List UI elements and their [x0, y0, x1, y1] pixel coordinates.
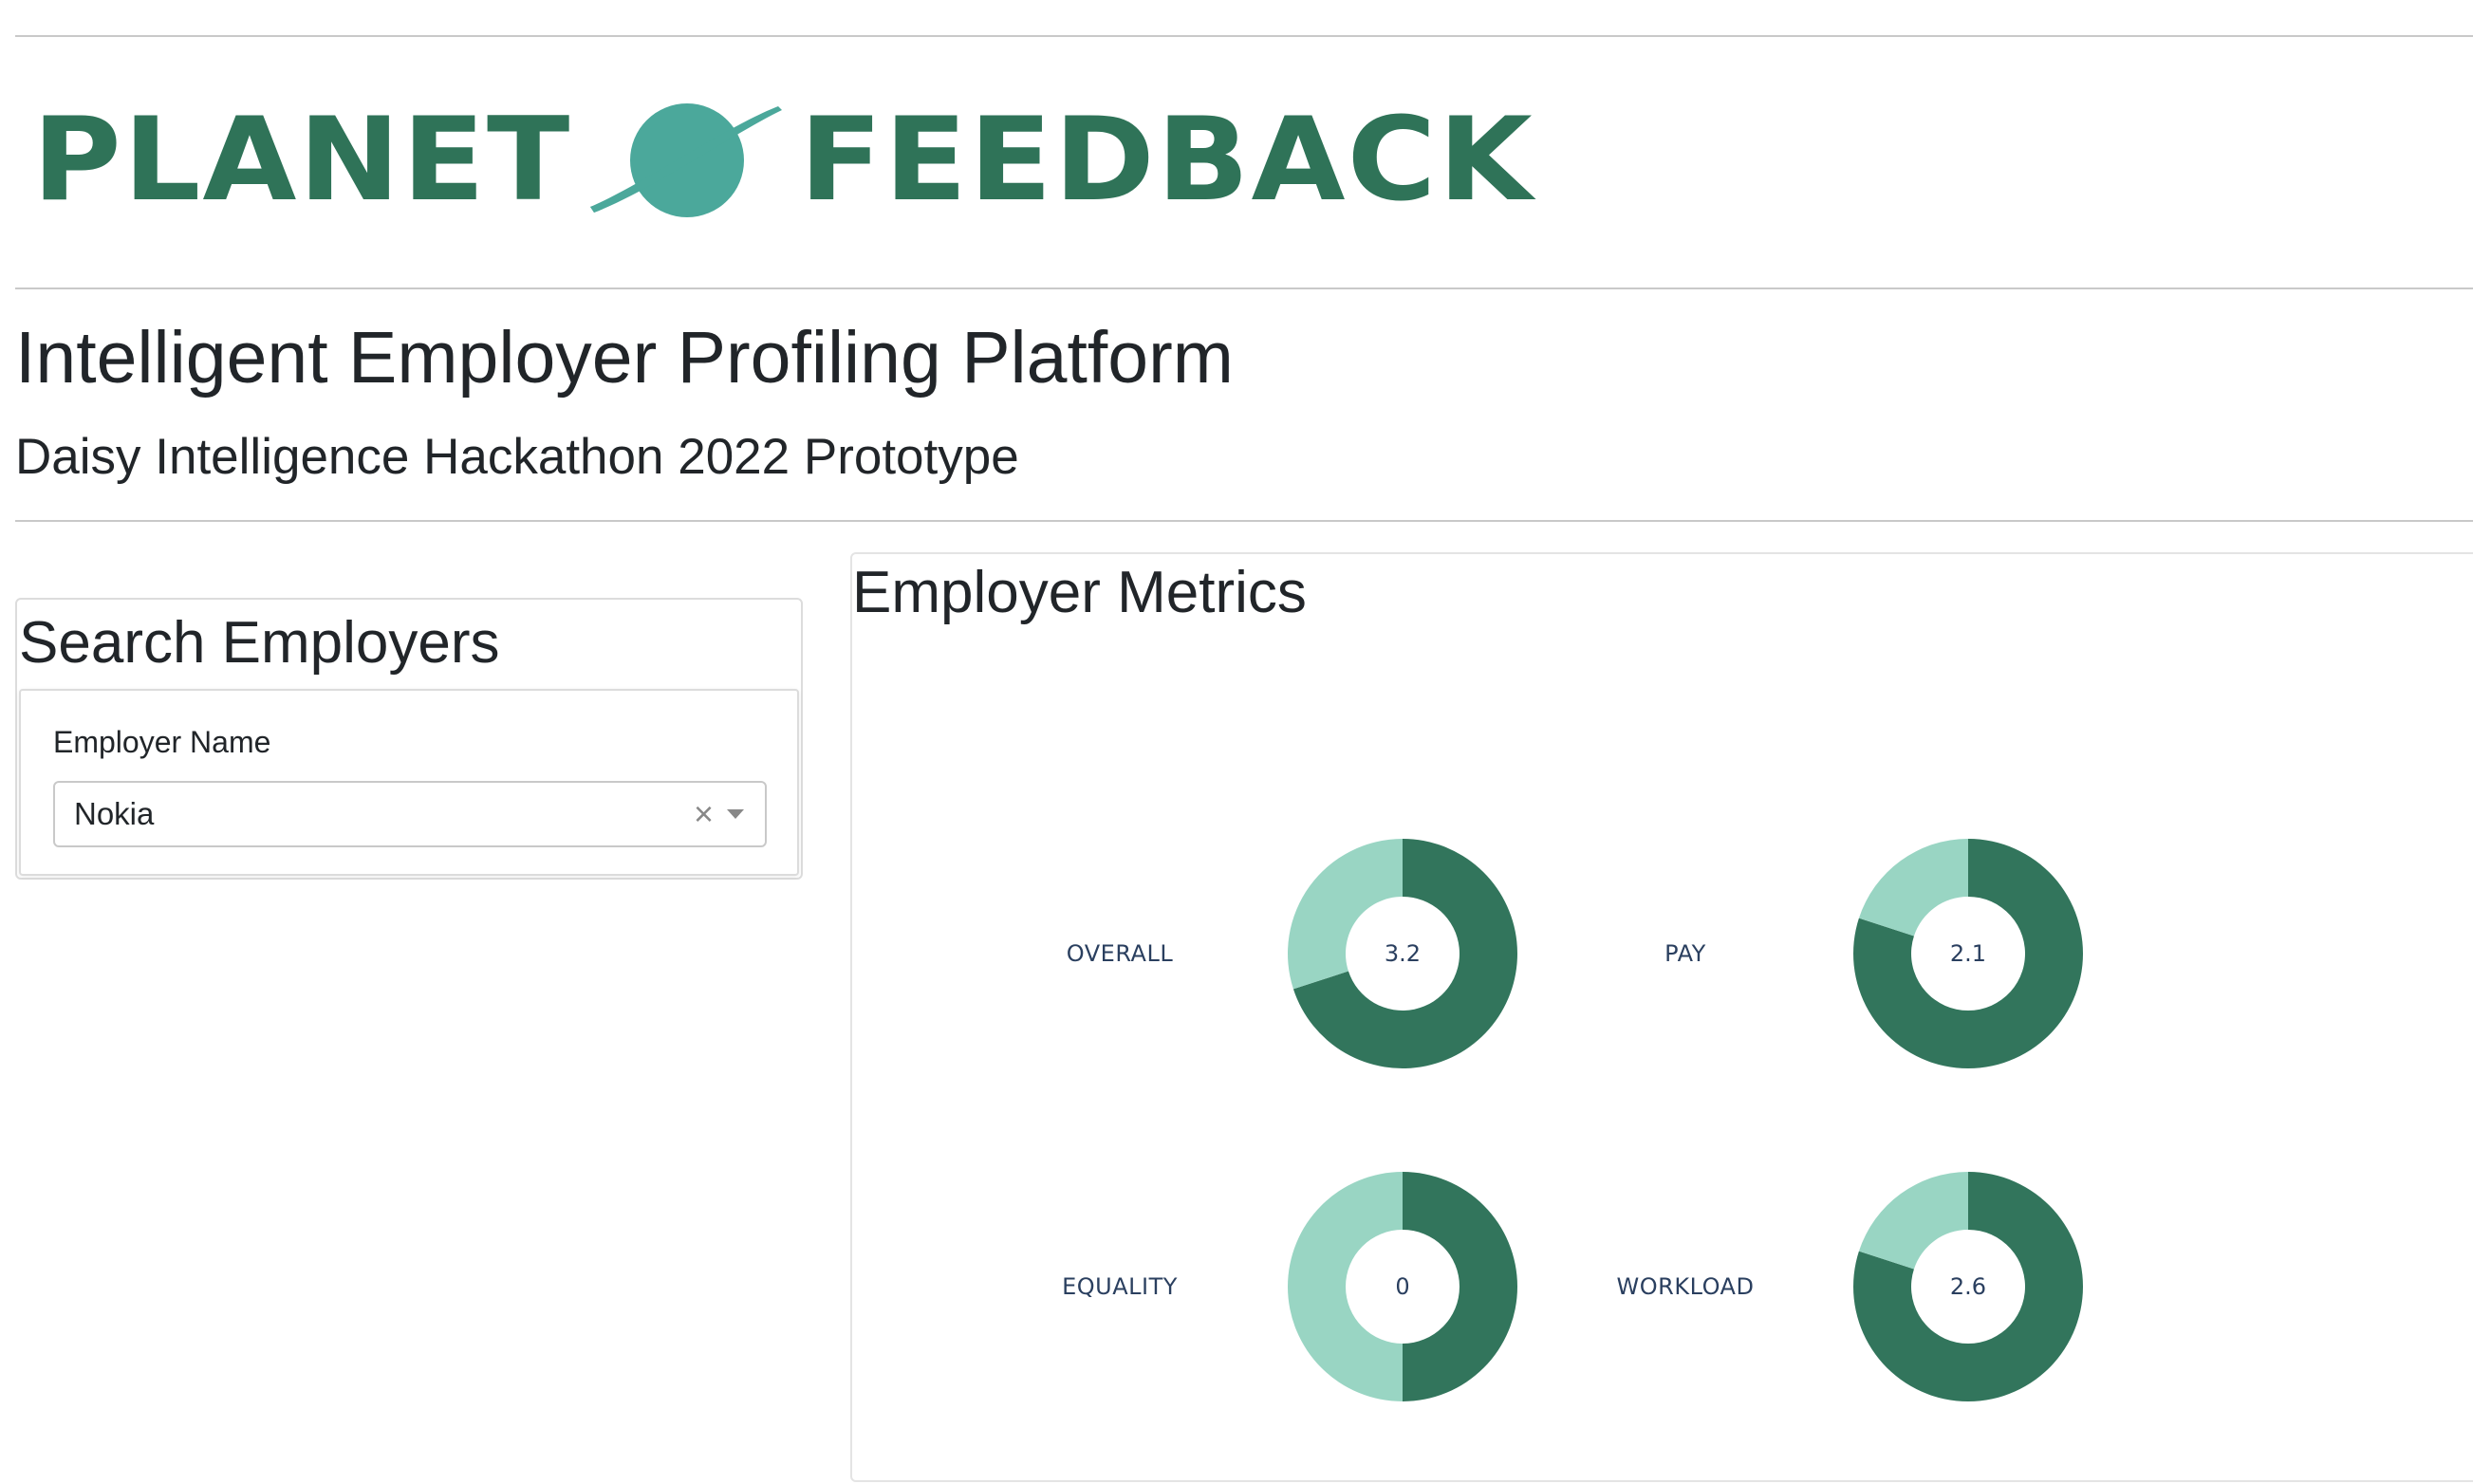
donut-value-overall: 3.2	[1385, 940, 1421, 967]
employer-name-dropdown[interactable]: Nokia ×	[53, 781, 767, 847]
logo-text-feedback: FEEDBACK	[799, 92, 1534, 228]
search-employers-card: Search Employers Employer Name Nokia ×	[15, 598, 803, 880]
donut-value-equality: 0	[1395, 1273, 1409, 1300]
metrics-donut-charts: 3.2 2.1 0 2.6	[1288, 839, 2083, 1401]
employer-selected-value: Nokia	[74, 796, 155, 831]
logo-text-planet: PLANET	[32, 92, 572, 228]
donut-remainder-workload	[1858, 1172, 1968, 1270]
planet-icon	[583, 99, 783, 222]
search-card-body: Employer Name Nokia ×	[19, 689, 799, 876]
search-card-title: Search Employers	[19, 610, 500, 677]
donut-value-workload: 2.6	[1950, 1273, 1986, 1300]
donut-filled-equality	[1403, 1172, 1517, 1401]
planet-feedback-logo: PLANET FEEDBACK	[32, 99, 1534, 222]
header-divider	[15, 288, 2473, 289]
top-divider	[15, 35, 2473, 37]
page-subtitle: Daisy Intelligence Hackathon 2022 Protot…	[15, 429, 1019, 485]
donut-value-pay: 2.1	[1950, 940, 1986, 967]
employer-metrics-card: Employer Metrics OVERALL PAY EQUALITY WO…	[850, 552, 2473, 1482]
chevron-down-icon[interactable]	[727, 809, 744, 819]
close-icon[interactable]: ×	[694, 797, 714, 831]
donut-remainder-pay	[1858, 839, 1968, 937]
donut-remainder-equality	[1288, 1172, 1403, 1401]
page-title: Intelligent Employer Profiling Platform	[15, 317, 1234, 399]
employer-name-label: Employer Name	[53, 725, 271, 759]
title-divider	[15, 520, 2473, 522]
